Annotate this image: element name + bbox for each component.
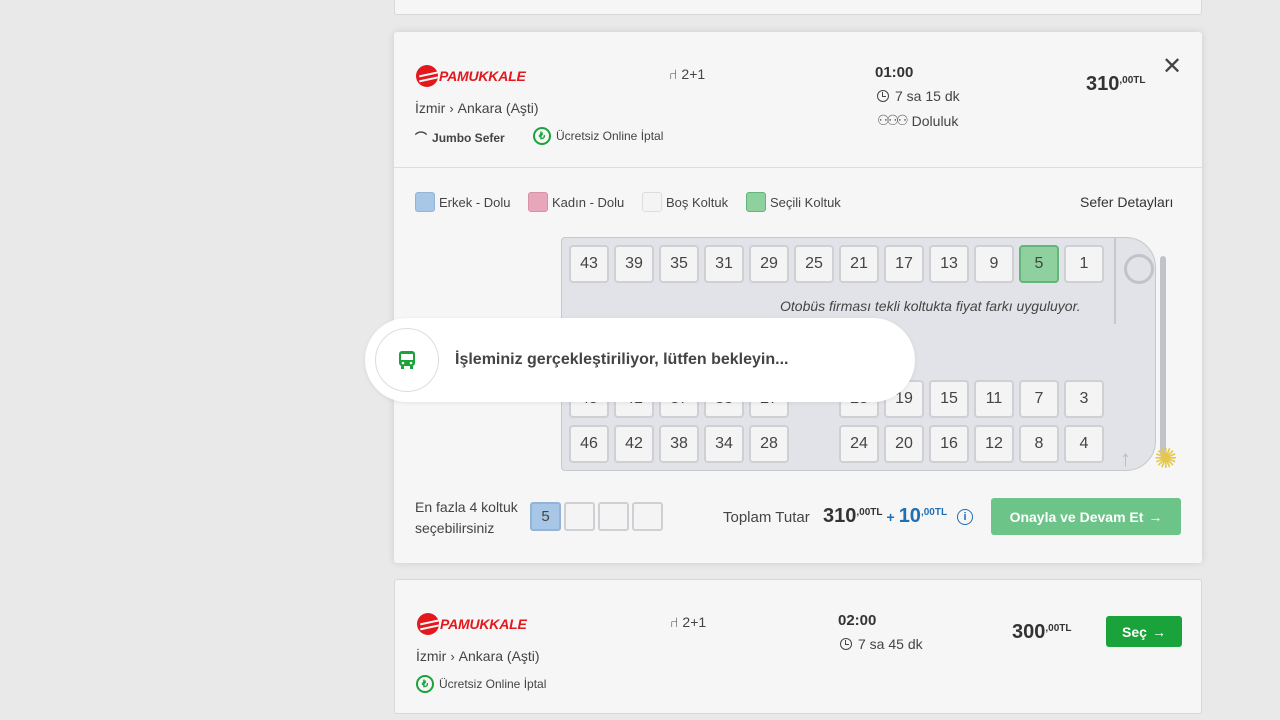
total-price: 310,00TL xyxy=(823,505,883,527)
seat-13[interactable]: 13 xyxy=(929,245,969,283)
seat-layout: ⑁ 2+1 xyxy=(669,66,706,82)
seat-icon: ⑁ xyxy=(669,66,678,82)
seat-7[interactable]: 7 xyxy=(1019,380,1059,418)
single-seat-notice: Otobüs firması tekli koltukta fiyat fark… xyxy=(780,298,1081,314)
bus-icon xyxy=(375,328,439,392)
trip-price: 300,00TL xyxy=(1012,621,1072,643)
steering-wheel-icon xyxy=(1124,254,1154,284)
seat-46[interactable]: 46 xyxy=(569,425,609,463)
info-icon[interactable]: i xyxy=(957,508,974,525)
duration: 7 sa 15 dk xyxy=(877,88,960,104)
refund-icon: ₺ xyxy=(533,127,551,145)
processing-toast: İşleminiz gerçekleştiriliyor, lütfen bek… xyxy=(365,318,915,402)
seat-34[interactable]: 34 xyxy=(704,425,744,463)
jumbo-badge: ⌒ Jumbo Sefer xyxy=(415,130,505,146)
seat-8[interactable]: 8 xyxy=(1019,425,1059,463)
plus-sign: + xyxy=(886,508,895,525)
seat-11[interactable]: 11 xyxy=(974,380,1014,418)
recline-seat-icon: ⌒ xyxy=(415,131,428,145)
empty-seat-slot xyxy=(564,502,595,531)
departure-time: 02:00 xyxy=(838,612,877,629)
male-swatch xyxy=(415,192,435,212)
seat-icon: ⑁ xyxy=(670,614,679,630)
driver-partition xyxy=(1114,238,1116,324)
female-swatch xyxy=(528,192,548,212)
processing-message: İşleminiz gerçekleştiriliyor, lütfen bek… xyxy=(455,351,789,368)
seat-15[interactable]: 15 xyxy=(929,380,969,418)
total-amount: 310,00TL + 10,00TL i xyxy=(823,505,974,528)
seat-17[interactable]: 17 xyxy=(884,245,924,283)
seat-1[interactable]: 1 xyxy=(1064,245,1104,283)
seat-24[interactable]: 24 xyxy=(839,425,879,463)
legend-female: Kadın - Dolu xyxy=(528,192,624,212)
seat-31[interactable]: 31 xyxy=(704,245,744,283)
seat-21[interactable]: 21 xyxy=(839,245,879,283)
legend-empty: Boş Koltuk xyxy=(642,192,728,212)
pamukkale-sun-icon xyxy=(416,65,438,87)
sun-icon: ✺ xyxy=(1154,443,1178,474)
seat-9[interactable]: 9 xyxy=(974,245,1014,283)
arrow-right-icon: → xyxy=(1148,508,1163,525)
route: İzmir › Ankara (Aşti) xyxy=(415,100,539,116)
trip-card-selected: PAMUKKALE ⑁ 2+1 İzmir › Ankara (Aşti) ⌒ Jumb… xyxy=(394,32,1202,563)
route: İzmir › Ankara (Aşti) xyxy=(416,648,540,664)
seat-42[interactable]: 42 xyxy=(614,425,654,463)
seat-43[interactable]: 43 xyxy=(569,245,609,283)
trip-card: PAMUKKALE ⑁ 2+1 İzmir › Ankara (Aşti) ₺ Ücre… xyxy=(394,579,1202,714)
company-logo: PAMUKKALE xyxy=(416,65,526,87)
close-icon[interactable]: ✕ xyxy=(1162,52,1182,81)
seat-layout: ⑁ 2+1 xyxy=(670,614,707,630)
exit-arrow-icon: ↑ xyxy=(1120,446,1131,471)
empty-seat-slot xyxy=(598,502,629,531)
departure-time: 01:00 xyxy=(875,64,914,81)
seat-5[interactable]: 5 xyxy=(1019,245,1059,283)
selected-swatch xyxy=(746,192,766,212)
seat-25[interactable]: 25 xyxy=(794,245,834,283)
free-cancel-badge: ₺ Ücretsiz Online İptal xyxy=(416,675,546,693)
divider xyxy=(394,167,1202,168)
empty-seat-slot xyxy=(632,502,663,531)
refund-icon: ₺ xyxy=(416,675,434,693)
trip-details-link[interactable]: Sefer Detayları xyxy=(1080,194,1173,210)
confirm-continue-button[interactable]: Onayla ve Devam Et → xyxy=(991,498,1181,535)
seat-38[interactable]: 38 xyxy=(659,425,699,463)
people-icon: ⚇⚇⚇ xyxy=(877,112,909,128)
seat-28[interactable]: 28 xyxy=(749,425,789,463)
chevron-right-icon: › xyxy=(449,101,454,116)
service-fee: 10,00TL xyxy=(898,505,948,527)
max-seat-info: En fazla 4 koltuk seçebilirsiniz xyxy=(415,499,518,536)
seat-16[interactable]: 16 xyxy=(929,425,969,463)
free-cancel-badge: ₺ Ücretsiz Online İptal xyxy=(533,127,663,145)
seat-35[interactable]: 35 xyxy=(659,245,699,283)
previous-trip-card xyxy=(394,0,1202,15)
company-logo: PAMUKKALE xyxy=(417,613,527,635)
select-trip-button[interactable]: Seç → xyxy=(1106,616,1182,647)
windshield xyxy=(1160,256,1166,456)
total-label: Toplam Tutar xyxy=(723,509,810,526)
legend-male: Erkek - Dolu xyxy=(415,192,511,212)
chosen-seat-slot: 5 xyxy=(530,502,561,531)
seat-29[interactable]: 29 xyxy=(749,245,789,283)
seat-4[interactable]: 4 xyxy=(1064,425,1104,463)
empty-swatch xyxy=(642,192,662,212)
seat-20[interactable]: 20 xyxy=(884,425,924,463)
arrow-right-icon: → xyxy=(1151,623,1166,640)
clock-icon xyxy=(877,90,889,102)
seat-3[interactable]: 3 xyxy=(1064,380,1104,418)
seat-12[interactable]: 12 xyxy=(974,425,1014,463)
trip-price: 310,00TL xyxy=(1086,73,1146,95)
seat-39[interactable]: 39 xyxy=(614,245,654,283)
clock-icon xyxy=(840,638,852,650)
pamukkale-sun-icon xyxy=(417,613,439,635)
duration: 7 sa 45 dk xyxy=(840,636,923,652)
chevron-right-icon: › xyxy=(450,649,455,664)
legend-selected: Seçili Koltuk xyxy=(746,192,841,212)
occupancy-link[interactable]: ⚇⚇⚇ Doluluk xyxy=(877,112,958,129)
